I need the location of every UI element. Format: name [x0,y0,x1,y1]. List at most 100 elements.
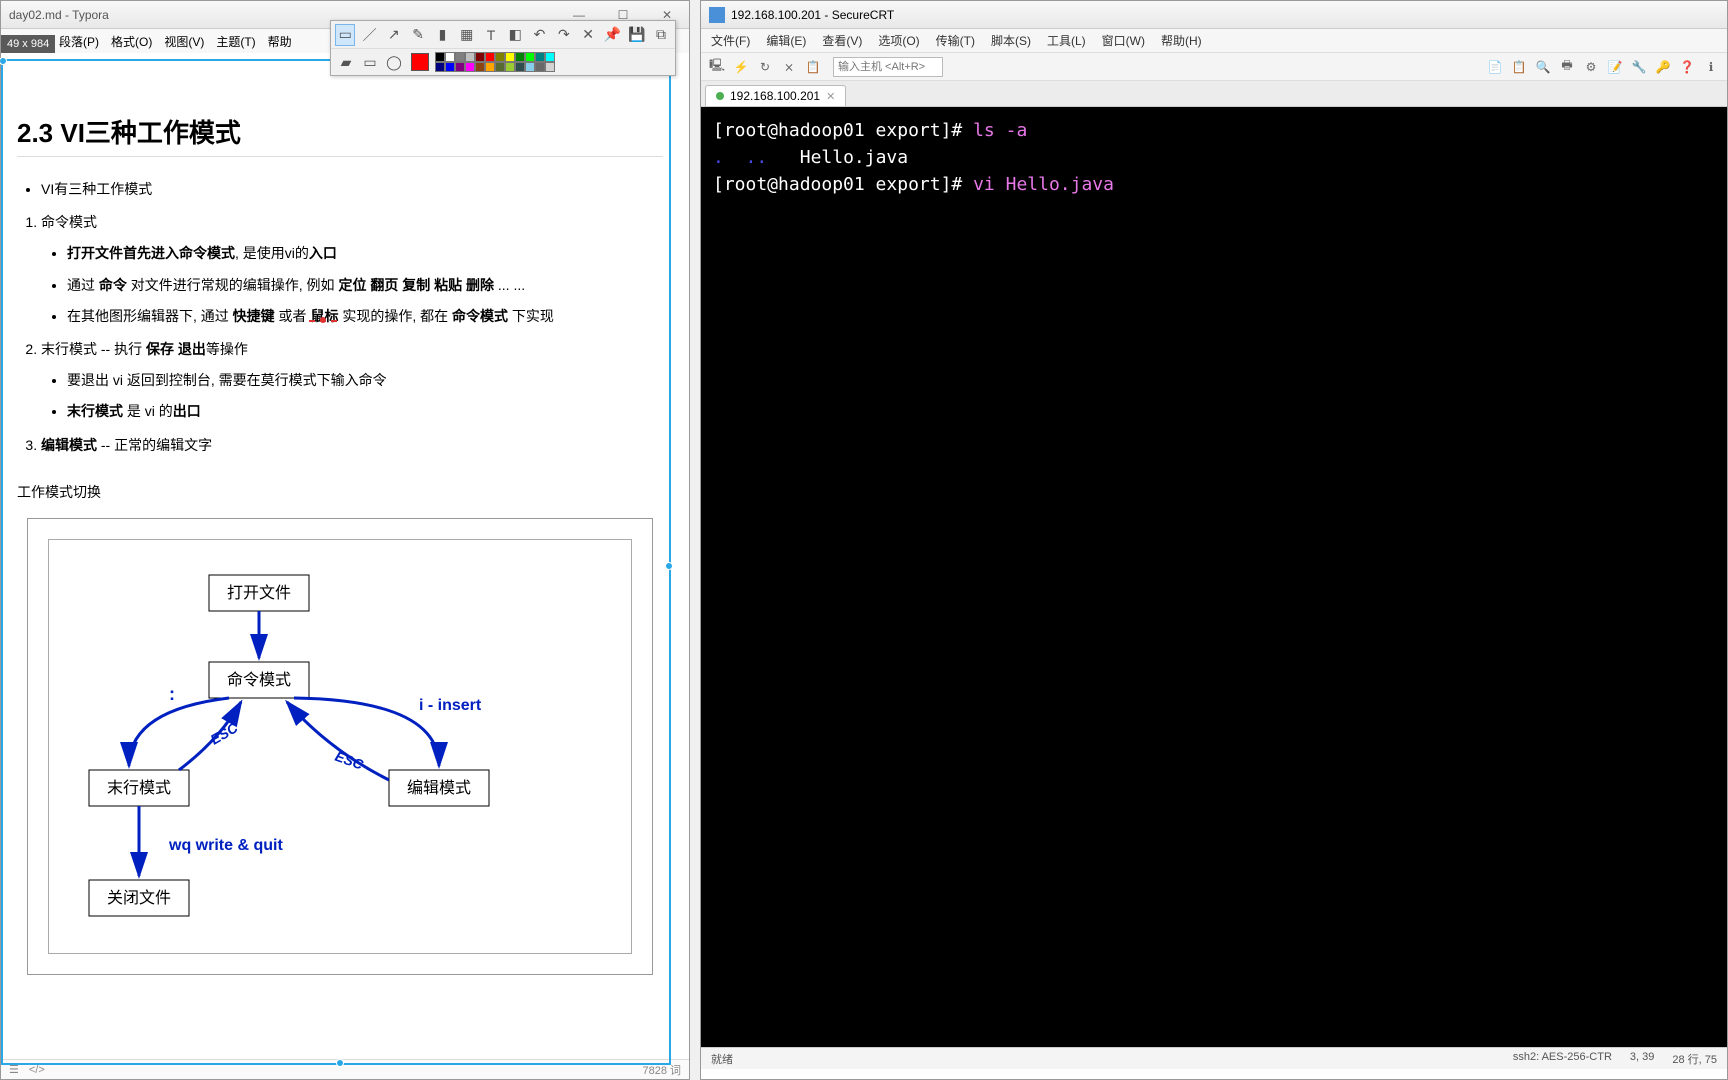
shape-rect-icon[interactable]: ▭ [359,51,381,73]
typora-window: day02.md - Typora — ☐ ✕ 编辑(E) 段落(P) 格式(O… [0,0,690,1080]
svg-text:末行模式: 末行模式 [107,779,171,797]
color-swatch[interactable] [495,62,505,72]
color-swatch[interactable] [495,52,505,62]
menu-paragraph[interactable]: 段落(P) [59,33,99,50]
find-icon[interactable]: 🔍 [1533,57,1553,77]
color-swatch[interactable] [435,52,445,62]
color-swatch[interactable] [475,62,485,72]
session-icon[interactable]: 📋 [803,57,823,77]
print-icon[interactable]: 🖶 [1557,57,1577,77]
menu-help[interactable]: 帮助(H) [1161,32,1202,49]
svg-text:命令模式: 命令模式 [227,671,291,689]
menu-help[interactable]: 帮助 [268,33,292,50]
svg-text:关闭文件: 关闭文件 [107,889,171,907]
session-tab[interactable]: 192.168.100.201 ✕ [705,85,846,106]
connect-icon[interactable]: 🖳 [707,57,727,77]
terminal[interactable]: [root@hadoop01 export]# ls -a . .. Hello… [701,107,1727,1047]
mosaic-icon[interactable]: ▦ [457,24,477,46]
flow-diagram-svg: 打开文件 命令模式 末行模式 编辑模式 关闭文件 : [69,570,509,930]
line-icon[interactable]: ／ [359,24,379,46]
eraser-icon[interactable]: ◧ [505,24,525,46]
color-swatch[interactable] [455,52,465,62]
annotation-toolbar[interactable]: ▭ ／ ↗ ✎ ▮ ▦ T ◧ ↶ ↷ ✕ 📌 💾 ⧉ ▰ ▭ ◯ [330,20,676,76]
color-swatch[interactable] [545,62,555,72]
menu-tools[interactable]: 工具(L) [1047,32,1086,49]
svg-text:ESC: ESC [333,747,366,772]
arrow-icon[interactable]: ↗ [384,24,404,46]
cancel-icon[interactable]: ✕ [578,24,598,46]
word-count[interactable]: 7828 词 [642,1062,681,1078]
copy-icon[interactable]: 📄 [1485,57,1505,77]
color-swatch[interactable] [485,52,495,62]
disconnect-icon[interactable]: ⨯ [779,57,799,77]
menu-format[interactable]: 格式(O) [111,33,152,50]
color-swatch[interactable] [505,52,515,62]
crt-app-icon [709,7,725,23]
text-icon[interactable]: T [481,24,501,46]
quick-connect-icon[interactable]: ⚡ [731,57,751,77]
properties-icon[interactable]: ⚙ [1581,57,1601,77]
undo-icon[interactable]: ↶ [529,24,549,46]
color-swatch[interactable] [445,62,455,72]
host-input[interactable] [833,57,943,77]
li-lastmode-a: 要退出 vi 返回到控制台, 需要在莫行模式下输入命令 [67,368,663,393]
menu-script[interactable]: 脚本(S) [991,32,1031,49]
status-pos: 3, 39 [1630,1051,1654,1067]
source-icon[interactable]: </> [29,1064,45,1076]
color-swatch[interactable] [535,52,545,62]
shape-ellipse-icon[interactable]: ◯ [383,51,405,73]
li-cmdmode-a: 打开文件首先进入命令模式, 是使用vi的入口 [67,241,663,266]
crt-menubar: 文件(F) 编辑(E) 查看(V) 选项(O) 传输(T) 脚本(S) 工具(L… [701,29,1727,53]
color-swatch[interactable] [545,52,555,62]
color-swatch[interactable] [515,62,525,72]
color-swatch[interactable] [525,52,535,62]
color-swatch[interactable] [455,62,465,72]
status-ready: 就绪 [711,1051,733,1067]
pin-icon[interactable]: 📌 [602,24,622,46]
tab-close-icon[interactable]: ✕ [826,90,835,103]
log-icon[interactable]: 📝 [1605,57,1625,77]
reconnect-icon[interactable]: ↻ [755,57,775,77]
menu-edit[interactable]: 编辑(E) [766,32,806,49]
marker-icon[interactable]: ▮ [432,24,452,46]
crt-statusbar: 就绪 ssh2: AES-256-CTR 3, 39 28 行, 75 [701,1047,1727,1069]
menu-window[interactable]: 窗口(W) [1102,32,1145,49]
typora-title-text: day02.md - Typora [9,8,109,22]
typora-editor[interactable]: 2.3 VI三种工作模式 VI有三种工作模式 命令模式 打开文件首先进入命令模式… [1,53,679,1057]
menu-view[interactable]: 视图(V) [164,33,204,50]
color-swatch[interactable] [445,52,455,62]
copy-icon[interactable]: ⧉ [651,24,671,46]
color-swatch[interactable] [465,62,475,72]
redo-icon[interactable]: ↷ [554,24,574,46]
color-swatch[interactable] [515,52,525,62]
help-icon[interactable]: ❓ [1677,57,1697,77]
save-icon[interactable]: 💾 [627,24,647,46]
outline-icon[interactable]: ☰ [9,1063,19,1076]
menu-options[interactable]: 选项(O) [878,32,919,49]
color-swatch[interactable] [465,52,475,62]
color-swatch[interactable] [535,62,545,72]
select-rect-icon[interactable]: ▭ [335,24,355,46]
fill-solid-icon[interactable]: ▰ [335,51,357,73]
options-icon[interactable]: 🔧 [1629,57,1649,77]
color-palette[interactable] [435,52,555,72]
svg-text:i - insert: i - insert [419,697,482,714]
color-swatch[interactable] [525,62,535,72]
paste-icon[interactable]: 📋 [1509,57,1529,77]
li-cmdmode-c: 在其他图形编辑器下, 通过 快捷键 或者 鼠标 实现的操作, 都在 命令模式 下… [67,304,663,329]
key-icon[interactable]: 🔑 [1653,57,1673,77]
current-color[interactable] [411,53,429,71]
pencil-icon[interactable]: ✎ [408,24,428,46]
menu-view[interactable]: 查看(V) [822,32,862,49]
color-swatch[interactable] [505,62,515,72]
crt-titlebar[interactable]: 192.168.100.201 - SecureCRT [701,1,1727,29]
color-swatch[interactable] [475,52,485,62]
diagram: 打开文件 命令模式 末行模式 编辑模式 关闭文件 : [27,518,653,975]
menu-transfer[interactable]: 传输(T) [936,32,975,49]
menu-file[interactable]: 文件(F) [711,32,750,49]
about-icon[interactable]: ℹ [1701,57,1721,77]
menu-theme[interactable]: 主题(T) [216,33,255,50]
color-swatch[interactable] [435,62,445,72]
color-swatch[interactable] [485,62,495,72]
crt-title-text: 192.168.100.201 - SecureCRT [731,8,894,22]
